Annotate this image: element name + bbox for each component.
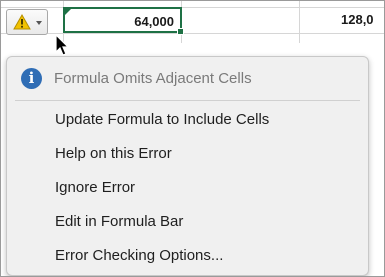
- warning-triangle-icon: [13, 14, 31, 30]
- selected-cell[interactable]: 64,000: [63, 7, 184, 35]
- menu-item-update-formula[interactable]: Update Formula to Include Cells: [7, 103, 368, 137]
- menu-item-error-checking-options[interactable]: Error Checking Options...: [7, 239, 368, 273]
- info-icon: i: [21, 68, 42, 89]
- caret-down-icon: [36, 21, 42, 25]
- mouse-pointer-icon: [55, 34, 70, 56]
- error-options-menu: i Formula Omits Adjacent Cells Update Fo…: [6, 56, 369, 276]
- menu-item-edit-in-formula-bar[interactable]: Edit in Formula Bar: [7, 205, 368, 239]
- screenshot-frame: 64,000 128,0 i Formula Omits Adjacent Ce…: [0, 0, 385, 277]
- menu-item-ignore-error[interactable]: Ignore Error: [7, 171, 368, 205]
- menu-item-help-on-error[interactable]: Help on this Error: [7, 137, 368, 171]
- fill-handle[interactable]: [177, 28, 184, 35]
- error-title: Formula Omits Adjacent Cells: [54, 70, 252, 87]
- menu-separator: [15, 100, 360, 101]
- cell-value: 64,000: [134, 14, 174, 29]
- menu-header: i Formula Omits Adjacent Cells: [7, 57, 368, 99]
- error-indicator-icon: [65, 9, 71, 15]
- error-options-button[interactable]: [6, 9, 48, 35]
- menu-items: Update Formula to Include Cells Help on …: [7, 103, 368, 273]
- cell-value: 128,0: [341, 12, 374, 27]
- adjacent-cell[interactable]: 128,0: [299, 7, 384, 33]
